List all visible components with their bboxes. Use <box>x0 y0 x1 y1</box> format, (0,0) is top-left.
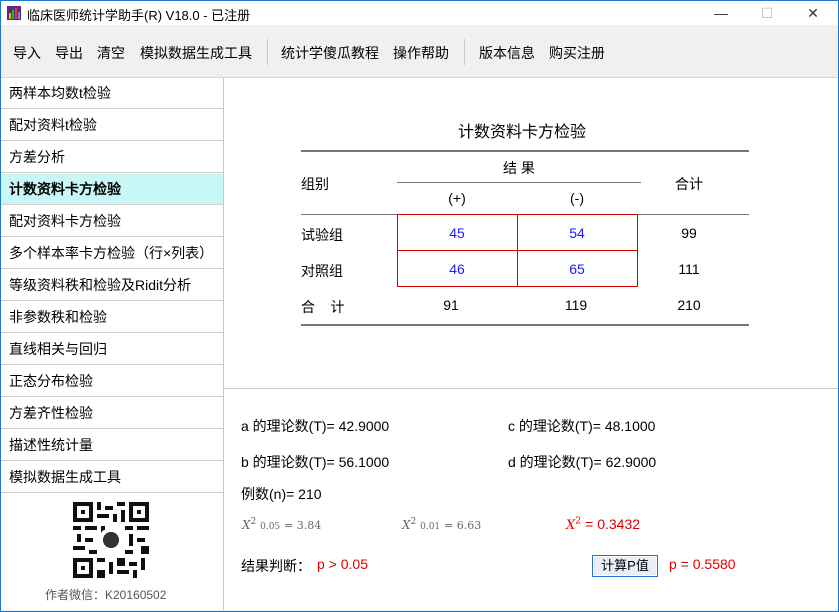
title-bar: 临床医师统计学助手(R) V18.0 - 已注册 — ☐ ✕ <box>1 1 838 25</box>
sidebar-item-normality[interactable]: 正态分布检验 <box>1 366 223 397</box>
sample-size: 例数(n)= 210 <box>241 486 322 502</box>
sum-row-label: 合 计 <box>301 299 345 315</box>
expected-b: b 的理论数(T)= 56.1000 <box>241 454 390 470</box>
cell-b-value: 54 <box>569 225 585 241</box>
maximize-button[interactable]: ☐ <box>744 1 790 25</box>
menu-export[interactable]: 导出 <box>55 43 83 63</box>
sidebar-item-two-sample-t[interactable]: 两样本均数t检验 <box>1 78 223 109</box>
sidebar-item-paired-chi-square[interactable]: 配对资料卡方检验 <box>1 206 223 237</box>
minimize-button[interactable]: — <box>698 1 744 25</box>
p-value: p = 0.5580 <box>669 556 736 572</box>
chi-square-stat: X2 = 0.3432 <box>566 516 641 533</box>
table-top-rule <box>301 150 749 152</box>
sum-positive: 91 <box>443 297 459 313</box>
calculate-p-button[interactable]: 计算P值 <box>592 555 658 577</box>
cell-c-value: 46 <box>449 261 465 277</box>
chi-critical-01-level: 0.01 <box>420 522 441 532</box>
menu-bar: 导入 导出 清空 模拟数据生成工具 统计学傻瓜教程 操作帮助 版本信息 购买注册 <box>1 25 838 78</box>
sidebar-item-regression[interactable]: 直线相关与回归 <box>1 334 223 365</box>
table-title: 计数资料卡方检验 <box>458 124 587 141</box>
chi-critical-01-value: = 6.63 <box>443 519 482 532</box>
expected-c: c 的理论数(T)= 48.1000 <box>508 418 656 434</box>
sidebar-item-descriptive[interactable]: 描述性统计量 <box>1 430 223 461</box>
menu-import[interactable]: 导入 <box>13 43 41 63</box>
judgement-value: p > 0.05 <box>317 556 368 572</box>
judgement-label: 结果判断： <box>241 558 311 574</box>
row-total-treatment: 99 <box>681 225 697 241</box>
sidebar-item-variance-homogeneity[interactable]: 方差齐性检验 <box>1 398 223 429</box>
menu-tutorial[interactable]: 统计学傻瓜教程 <box>281 43 379 63</box>
menu-sim-data-tool[interactable]: 模拟数据生成工具 <box>140 43 252 63</box>
contingency-panel: 计数资料卡方检验 组别 结 果 (+) (-) 合计 试验组 45 54 99 … <box>224 78 838 389</box>
menu-help[interactable]: 操作帮助 <box>393 43 449 63</box>
menu-separator <box>464 39 465 65</box>
app-chart-icon <box>7 6 21 20</box>
chi-critical-05-value: = 3.84 <box>283 519 322 532</box>
menu-separator <box>267 39 268 65</box>
grand-total: 210 <box>677 297 701 313</box>
row-label-treatment: 试验组 <box>301 227 343 243</box>
menu-version[interactable]: 版本信息 <box>479 43 535 63</box>
table-bottom-rule <box>301 324 749 326</box>
sidebar-item-anova[interactable]: 方差分析 <box>1 142 223 173</box>
close-button[interactable]: ✕ <box>790 1 836 25</box>
result-header: 结 果 <box>503 160 535 176</box>
group-header: 组别 <box>301 176 329 192</box>
row-total-control: 111 <box>678 261 700 277</box>
sidebar-item-ridit[interactable]: 等级资料秩和检验及Ridit分析 <box>1 270 223 301</box>
result-header-rule <box>397 182 641 183</box>
sum-negative: 119 <box>564 297 588 313</box>
author-wechat: 作者微信：K20160502 <box>45 588 167 602</box>
chi-critical-01: X2 0.01 = 6.63 <box>402 517 482 532</box>
sidebar: 两样本均数t检验 配对资料t检验 方差分析 计数资料卡方检验 配对资料卡方检验 … <box>1 78 224 610</box>
total-header: 合计 <box>675 176 703 192</box>
wechat-qr-code <box>73 502 149 578</box>
menu-purchase[interactable]: 购买注册 <box>549 43 605 63</box>
sidebar-item-rxc-chi-square[interactable]: 多个样本率卡方检验（行×列表） <box>1 238 223 269</box>
row-label-control: 对照组 <box>301 263 343 279</box>
window-title: 临床医师统计学助手(R) V18.0 - 已注册 <box>27 8 251 23</box>
sidebar-item-paired-t[interactable]: 配对资料t检验 <box>1 110 223 141</box>
expected-a: a 的理论数(T)= 42.9000 <box>241 418 390 434</box>
chi-critical-05-level: 0.05 <box>260 522 281 532</box>
cell-d-value: 65 <box>569 261 585 277</box>
cell-a-value: 45 <box>449 225 465 241</box>
results-panel: a 的理论数(T)= 42.9000 c 的理论数(T)= 48.1000 b … <box>224 389 838 610</box>
expected-d: d 的理论数(T)= 62.9000 <box>508 454 657 470</box>
chi-critical-05: X2 0.05 = 3.84 <box>242 517 322 532</box>
positive-header: (+) <box>448 190 466 206</box>
negative-header: (-) <box>570 190 584 206</box>
sidebar-item-sim-data[interactable]: 模拟数据生成工具 <box>1 462 223 493</box>
sidebar-item-rank-sum[interactable]: 非参数秩和检验 <box>1 302 223 333</box>
menu-clear[interactable]: 清空 <box>97 43 125 63</box>
sidebar-item-chi-square[interactable]: 计数资料卡方检验 <box>1 174 223 205</box>
chi-square-value: = 0.3432 <box>585 516 641 532</box>
